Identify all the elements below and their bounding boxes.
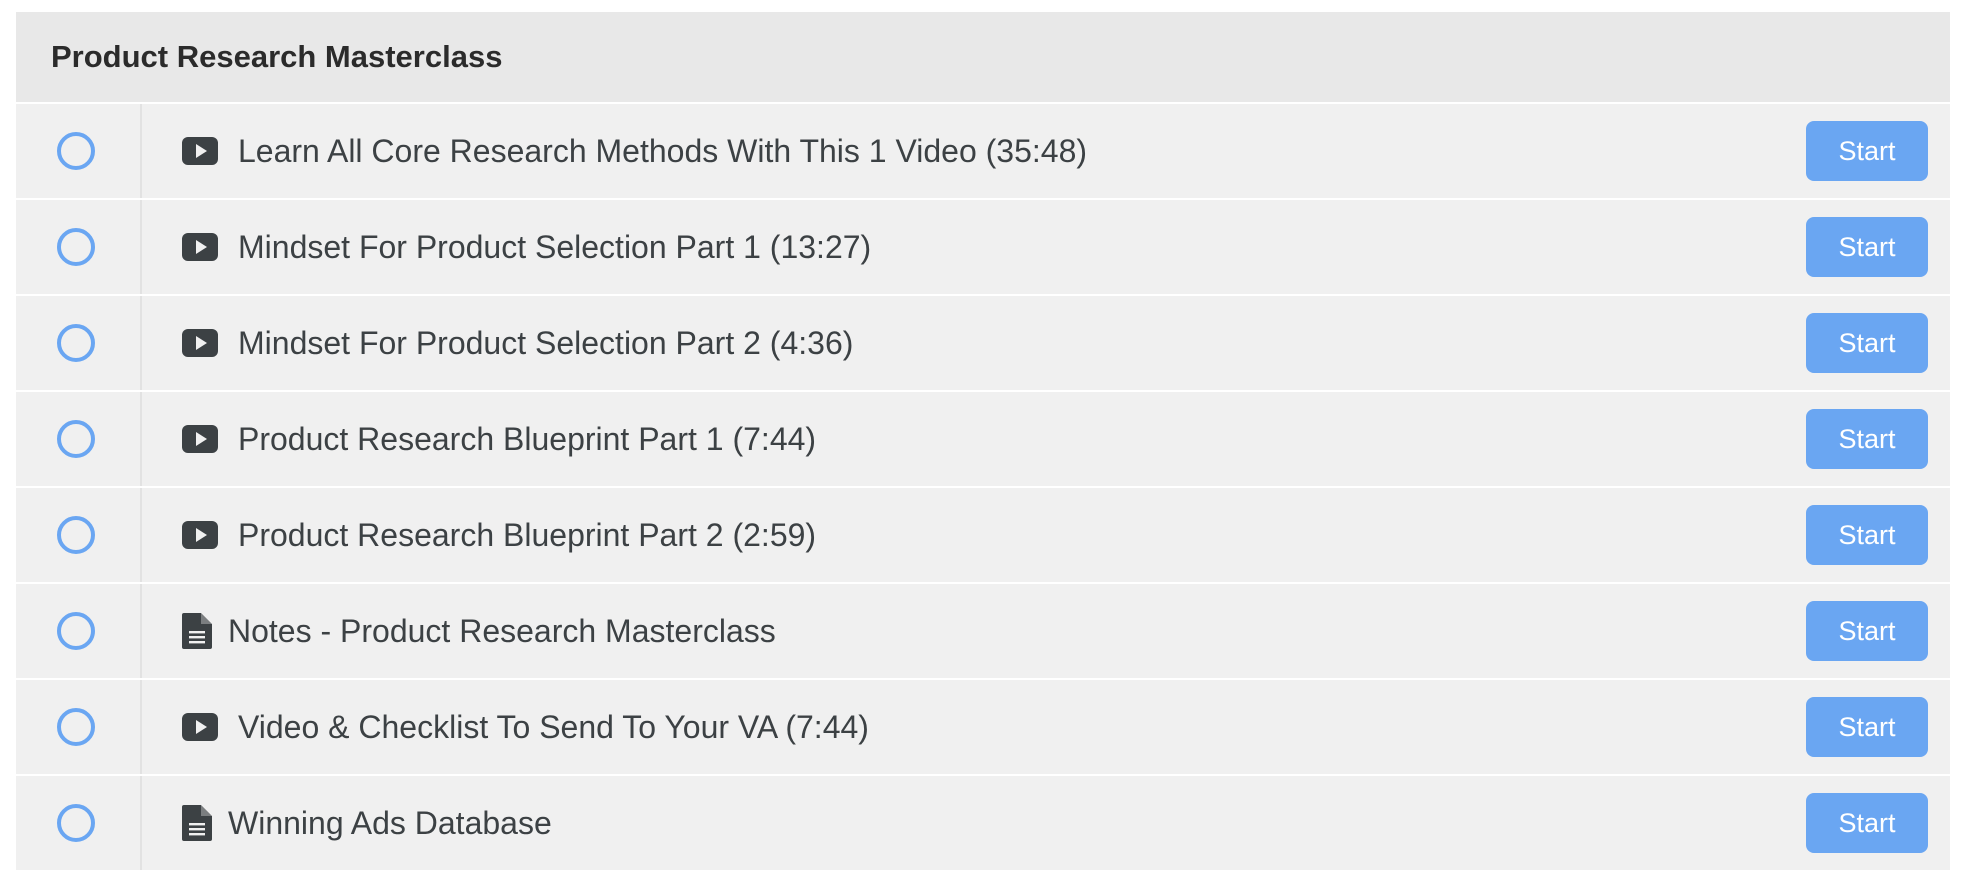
lecture-title: Product Research Blueprint Part 2 (2:59): [238, 516, 817, 553]
incomplete-circle-icon: [57, 228, 95, 266]
lecture-link[interactable]: Mindset For Product Selection Part 1 (13…: [142, 200, 1950, 294]
lecture-title: Mindset For Product Selection Part 2 (4:…: [238, 324, 854, 361]
start-button[interactable]: Start: [1806, 793, 1928, 853]
play-icon: [182, 233, 218, 261]
completion-status-cell: [16, 392, 142, 486]
course-section: Product Research Masterclass Learn All C…: [16, 12, 1950, 872]
start-button[interactable]: Start: [1806, 217, 1928, 277]
file-icon: [182, 805, 212, 841]
start-button[interactable]: Start: [1806, 697, 1928, 757]
lecture-link[interactable]: Notes - Product Research Masterclass: [142, 584, 1950, 678]
file-icon: [182, 613, 212, 649]
start-button[interactable]: Start: [1806, 313, 1928, 373]
completion-status-cell: [16, 296, 142, 390]
lecture-row[interactable]: Winning Ads Database Start: [16, 776, 1950, 872]
incomplete-circle-icon: [57, 516, 95, 554]
incomplete-circle-icon: [57, 420, 95, 458]
play-icon: [182, 137, 218, 165]
section-title: Product Research Masterclass: [51, 39, 503, 74]
play-icon: [182, 329, 218, 357]
lecture-list: Learn All Core Research Methods With Thi…: [16, 104, 1950, 872]
lecture-title: Notes - Product Research Masterclass: [228, 612, 776, 649]
completion-status-cell: [16, 680, 142, 774]
incomplete-circle-icon: [57, 132, 95, 170]
start-button[interactable]: Start: [1806, 601, 1928, 661]
start-button[interactable]: Start: [1806, 409, 1928, 469]
lecture-title: Product Research Blueprint Part 1 (7:44): [238, 420, 817, 457]
incomplete-circle-icon: [57, 804, 95, 842]
lecture-link[interactable]: Learn All Core Research Methods With Thi…: [142, 104, 1950, 198]
completion-status-cell: [16, 200, 142, 294]
incomplete-circle-icon: [57, 324, 95, 362]
incomplete-circle-icon: [57, 708, 95, 746]
section-header: Product Research Masterclass: [16, 12, 1950, 104]
play-icon: [182, 425, 218, 453]
incomplete-circle-icon: [57, 612, 95, 650]
lecture-title: Winning Ads Database: [228, 804, 552, 841]
lecture-row[interactable]: Mindset For Product Selection Part 2 (4:…: [16, 296, 1950, 392]
completion-status-cell: [16, 488, 142, 582]
start-button[interactable]: Start: [1806, 121, 1928, 181]
lecture-link[interactable]: Winning Ads Database: [142, 776, 1950, 870]
lecture-row[interactable]: Product Research Blueprint Part 1 (7:44)…: [16, 392, 1950, 488]
lecture-title: Mindset For Product Selection Part 1 (13…: [238, 228, 872, 265]
lecture-title: Learn All Core Research Methods With Thi…: [238, 132, 1088, 169]
lecture-row[interactable]: Learn All Core Research Methods With Thi…: [16, 104, 1950, 200]
lecture-row[interactable]: Notes - Product Research Masterclass Star…: [16, 584, 1950, 680]
lecture-row[interactable]: Mindset For Product Selection Part 1 (13…: [16, 200, 1950, 296]
lecture-title: Video & Checklist To Send To Your VA (7:…: [238, 708, 869, 745]
lecture-row[interactable]: Product Research Blueprint Part 2 (2:59)…: [16, 488, 1950, 584]
play-icon: [182, 713, 218, 741]
completion-status-cell: [16, 584, 142, 678]
lecture-link[interactable]: Product Research Blueprint Part 2 (2:59): [142, 488, 1950, 582]
lecture-link[interactable]: Video & Checklist To Send To Your VA (7:…: [142, 680, 1950, 774]
lecture-link[interactable]: Product Research Blueprint Part 1 (7:44): [142, 392, 1950, 486]
start-button[interactable]: Start: [1806, 505, 1928, 565]
completion-status-cell: [16, 776, 142, 870]
lecture-link[interactable]: Mindset For Product Selection Part 2 (4:…: [142, 296, 1950, 390]
play-icon: [182, 521, 218, 549]
completion-status-cell: [16, 104, 142, 198]
lecture-row[interactable]: Video & Checklist To Send To Your VA (7:…: [16, 680, 1950, 776]
